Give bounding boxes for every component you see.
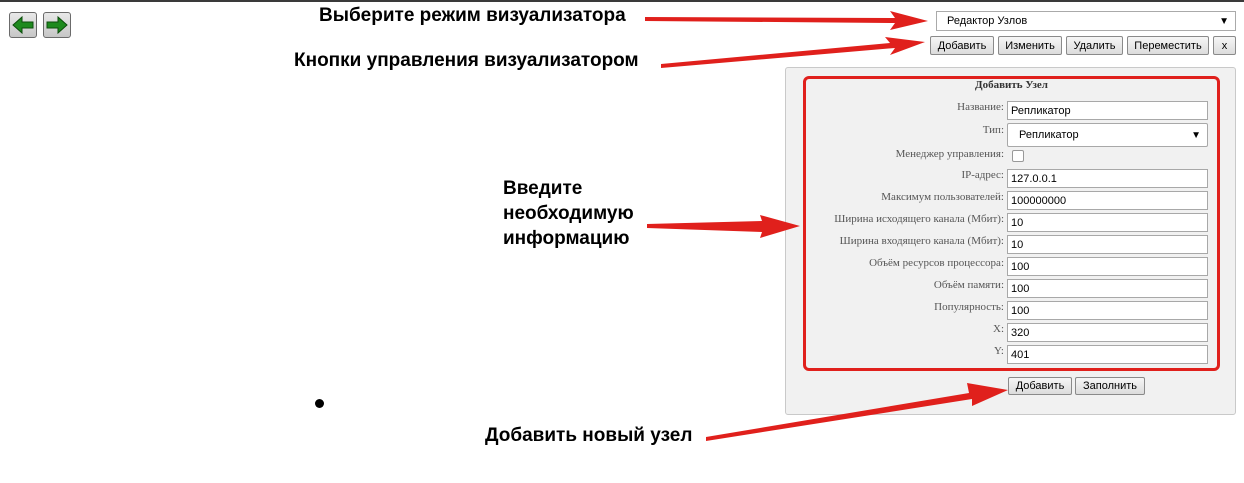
visualizer-mode-value: Редактор Узлов	[947, 15, 1028, 27]
manager-checkbox[interactable]	[1012, 150, 1024, 162]
close-button[interactable]: x	[1213, 36, 1236, 55]
arrow-left-icon	[12, 16, 34, 34]
cpu-label: Объём ресурсов процессора:	[869, 257, 1004, 269]
visualizer-mode-select[interactable]: Редактор Узлов ▼	[936, 11, 1236, 31]
manager-label: Менеджер управления:	[895, 148, 1004, 160]
cpu-input[interactable]: 100	[1007, 257, 1208, 276]
annotation-controls: Кнопки управления визуализатором	[294, 50, 639, 71]
upload-bandwidth-label: Ширина исходящего канала (Мбит):	[834, 213, 1004, 225]
popularity-label: Популярность:	[934, 301, 1004, 313]
annotation-enter-line2: необходимую	[503, 203, 634, 224]
edit-mode-button[interactable]: Изменить	[998, 36, 1062, 55]
move-mode-button[interactable]: Переместить	[1127, 36, 1209, 55]
ip-input[interactable]: 127.0.0.1	[1007, 169, 1208, 188]
ip-label: IP-адрес:	[961, 169, 1004, 181]
back-button[interactable]	[9, 12, 37, 38]
add-node-button[interactable]: Добавить	[1008, 377, 1072, 395]
download-bandwidth-input[interactable]: 10	[1007, 235, 1208, 254]
type-label: Тип:	[982, 124, 1004, 136]
chevron-down-icon: ▼	[1191, 129, 1201, 141]
delete-mode-button[interactable]: Удалить	[1066, 36, 1123, 55]
name-input[interactable]: Репликатор	[1007, 101, 1208, 120]
node-dot[interactable]	[315, 399, 324, 408]
form-title: Добавить Узел	[975, 79, 1048, 91]
x-input[interactable]: 320	[1007, 323, 1208, 342]
popularity-input[interactable]: 100	[1007, 301, 1208, 320]
annotation-mode: Выберите режим визуализатора	[319, 5, 626, 26]
chevron-down-icon: ▼	[1219, 15, 1229, 27]
upload-bandwidth-input[interactable]: 10	[1007, 213, 1208, 232]
memory-label: Объём памяти:	[933, 279, 1004, 291]
y-input[interactable]: 401	[1007, 345, 1208, 364]
annotation-enter-line3: информацию	[503, 228, 630, 249]
name-label: Название:	[957, 101, 1004, 113]
x-label: X:	[993, 323, 1004, 335]
annotation-enter-line1: Введите	[503, 178, 583, 199]
forward-button[interactable]	[43, 12, 71, 38]
fill-button[interactable]: Заполнить	[1075, 377, 1145, 395]
arrow-mode	[645, 11, 928, 30]
arrow-right-icon	[46, 16, 68, 34]
annotation-add-node: Добавить новый узел	[485, 425, 693, 446]
arrow-enter-info	[647, 215, 800, 238]
type-select-value: Репликатор	[1019, 129, 1079, 141]
add-mode-button[interactable]: Добавить	[930, 36, 994, 55]
max-users-input[interactable]: 100000000	[1007, 191, 1208, 210]
type-select[interactable]: Репликатор ▼	[1007, 123, 1208, 147]
y-label: Y:	[994, 345, 1004, 357]
top-border	[0, 0, 1244, 2]
download-bandwidth-label: Ширина входящего канала (Мбит):	[839, 235, 1004, 247]
arrow-controls	[661, 37, 925, 68]
memory-input[interactable]: 100	[1007, 279, 1208, 298]
max-users-label: Максимум пользователей:	[881, 191, 1004, 203]
